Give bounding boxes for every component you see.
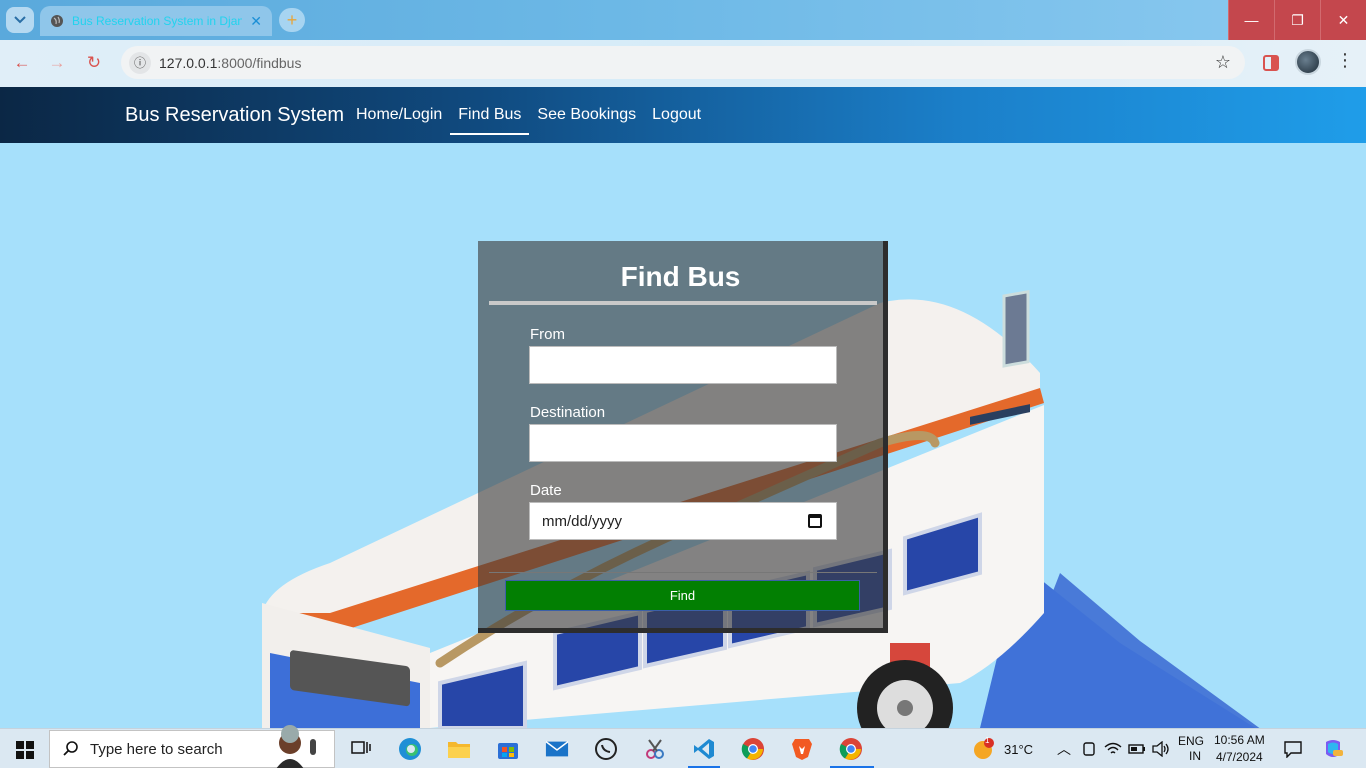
show-hidden-icons[interactable]: ︿ bbox=[1057, 729, 1071, 768]
windows-start-icon[interactable] bbox=[16, 741, 34, 759]
arrow-left-icon: ← bbox=[13, 53, 31, 72]
tab-title: Bus Reservation System in Djan bbox=[72, 14, 243, 28]
tray-icons bbox=[1082, 729, 1170, 768]
find-button[interactable]: Find bbox=[505, 580, 860, 611]
search-highlight-figure-icon bbox=[276, 725, 316, 768]
close-window-button[interactable]: ✕ bbox=[1320, 0, 1366, 40]
page-content: Bus Reservation System Home/Login Find B… bbox=[0, 87, 1366, 728]
from-label: From bbox=[530, 326, 565, 343]
date-input[interactable]: mm/dd/yyyy bbox=[529, 502, 837, 540]
whatsapp-icon[interactable] bbox=[594, 737, 618, 761]
region-code: IN bbox=[1189, 749, 1201, 763]
top-navbar: Bus Reservation System Home/Login Find B… bbox=[0, 87, 1366, 143]
edge-icon[interactable] bbox=[398, 737, 422, 761]
profile-avatar[interactable] bbox=[1295, 49, 1321, 75]
meet-now-icon[interactable] bbox=[1082, 741, 1096, 757]
taskbar-search[interactable]: Type here to search bbox=[49, 725, 335, 768]
address-bar[interactable]: ⓘ 127.0.0.1:8000/findbus ☆ bbox=[121, 46, 1245, 79]
sidebar-toggle-icon[interactable] bbox=[1262, 54, 1280, 72]
snipping-tool-icon[interactable] bbox=[643, 737, 667, 761]
search-placeholder: Type here to search bbox=[90, 740, 223, 758]
plus-icon: + bbox=[286, 9, 298, 30]
nav-see-bookings[interactable]: See Bookings bbox=[529, 87, 644, 135]
new-tab-button[interactable]: + bbox=[279, 8, 305, 32]
clock[interactable]: 10:56 AM 4/7/2024 bbox=[1214, 729, 1265, 768]
destination-label: Destination bbox=[530, 404, 606, 421]
copilot-button[interactable] bbox=[1322, 729, 1344, 768]
notification-icon bbox=[1284, 741, 1302, 758]
browser-toolbar: ← → ↻ ⓘ 127.0.0.1:8000/findbus ☆ bbox=[0, 40, 1366, 87]
chevron-up-icon: ︿ bbox=[1057, 741, 1071, 757]
store-icon[interactable] bbox=[496, 737, 520, 761]
nav-home-login[interactable]: Home/Login bbox=[348, 87, 450, 135]
search-icon bbox=[63, 741, 78, 756]
vscode-icon[interactable] bbox=[692, 737, 716, 761]
browser-menu-icon[interactable]: ⋮ bbox=[1336, 50, 1354, 71]
brave-icon[interactable] bbox=[790, 737, 814, 761]
title-divider bbox=[489, 301, 877, 305]
clock-date: 4/7/2024 bbox=[1215, 750, 1263, 764]
back-button[interactable]: ← bbox=[10, 52, 34, 74]
volume-icon[interactable] bbox=[1152, 741, 1170, 757]
language-code: ENG bbox=[1178, 734, 1205, 748]
language-indicator[interactable]: ENG IN bbox=[1178, 729, 1204, 768]
destination-input[interactable] bbox=[529, 424, 837, 462]
task-view-icon[interactable] bbox=[349, 737, 373, 761]
weather-widget[interactable]: 1 31°C bbox=[972, 729, 1033, 768]
from-input[interactable] bbox=[529, 346, 837, 384]
globe-icon bbox=[51, 15, 63, 27]
notifications-button[interactable] bbox=[1284, 729, 1302, 768]
browser-tab-strip: Bus Reservation System in Djan ✕ + — ❐ ✕ bbox=[0, 0, 1366, 40]
nav-links: Home/Login Find Bus See Bookings Logout bbox=[348, 87, 709, 143]
calendar-icon[interactable] bbox=[808, 514, 822, 528]
nav-find-bus[interactable]: Find Bus bbox=[450, 87, 530, 135]
bookmark-star-icon[interactable]: ☆ bbox=[1215, 52, 1231, 73]
find-bus-form: Find Bus From Destination Date mm/dd/yyy… bbox=[478, 241, 888, 633]
nav-logout[interactable]: Logout bbox=[644, 87, 709, 135]
restore-button[interactable]: ❐ bbox=[1274, 0, 1320, 40]
chrome-icon[interactable] bbox=[741, 737, 765, 761]
reload-button[interactable]: ↻ bbox=[82, 52, 106, 74]
tab-close-icon[interactable]: ✕ bbox=[250, 13, 262, 30]
weather-temp: 31°C bbox=[1004, 741, 1034, 757]
battery-icon[interactable] bbox=[1128, 743, 1146, 755]
site-info-icon[interactable]: ⓘ bbox=[129, 51, 151, 74]
sun-icon bbox=[974, 738, 994, 759]
mail-icon[interactable] bbox=[545, 737, 569, 761]
chrome-active-icon[interactable] bbox=[839, 737, 863, 761]
file-explorer-icon[interactable] bbox=[447, 737, 471, 761]
date-label: Date bbox=[530, 482, 562, 499]
clock-time: 10:56 AM bbox=[1214, 733, 1265, 747]
site-brand[interactable]: Bus Reservation System bbox=[125, 104, 344, 127]
weather-badge: 1 bbox=[985, 736, 990, 745]
url-host: 127.0.0.1 bbox=[159, 54, 218, 71]
url-path: :8000/findbus bbox=[217, 54, 302, 71]
url-text: 127.0.0.1:8000/findbus bbox=[159, 55, 301, 71]
form-title: Find Bus bbox=[620, 261, 741, 292]
reload-icon: ↻ bbox=[86, 53, 102, 72]
date-placeholder: mm/dd/yyyy bbox=[542, 512, 623, 530]
minimize-button[interactable]: — bbox=[1228, 0, 1274, 40]
copilot-icon bbox=[1326, 740, 1343, 757]
form-footer-divider bbox=[489, 572, 877, 573]
windows-taskbar: Type here to search 1 31°C ︿ ENG IN 10:5… bbox=[0, 725, 1366, 768]
browser-tab-active[interactable]: Bus Reservation System in Djan ✕ bbox=[40, 6, 272, 36]
forward-button[interactable]: → bbox=[45, 52, 69, 74]
arrow-right-icon: → bbox=[48, 53, 66, 72]
chevron-down-icon bbox=[14, 16, 26, 24]
window-controls: — ❐ ✕ bbox=[1228, 0, 1366, 40]
wifi-icon[interactable] bbox=[1104, 741, 1122, 757]
tab-search-button[interactable] bbox=[6, 7, 34, 33]
